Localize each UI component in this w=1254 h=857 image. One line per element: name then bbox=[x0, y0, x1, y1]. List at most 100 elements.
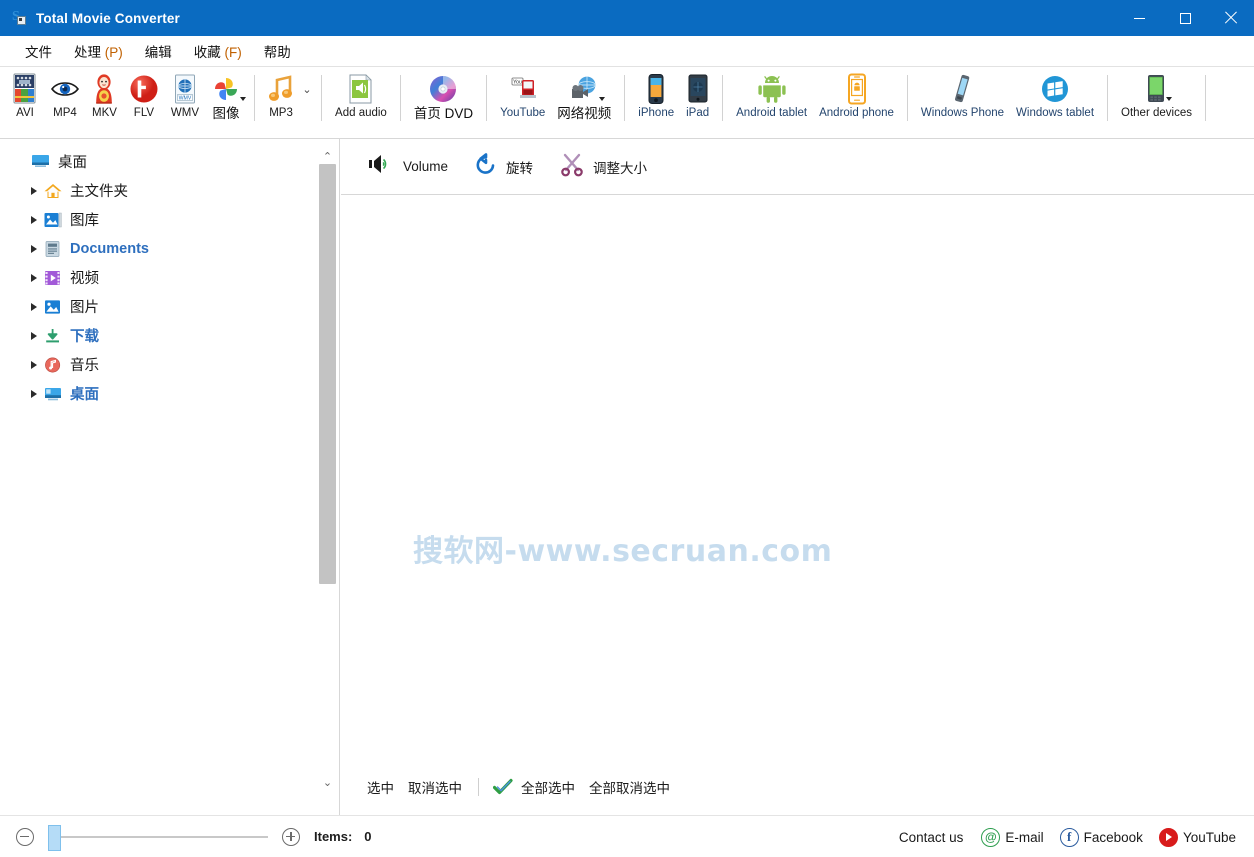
items-count: 0 bbox=[364, 829, 372, 844]
email-link[interactable]: @ E-mail bbox=[981, 827, 1044, 847]
zoom-out-icon[interactable] bbox=[16, 827, 34, 846]
tree-item-videos[interactable]: 视频 bbox=[10, 263, 339, 292]
expand-arrow-icon[interactable] bbox=[26, 386, 42, 402]
menu-item-favorites[interactable]: 收藏 (F) bbox=[185, 38, 251, 64]
toolbar-button-dvd[interactable]: 首页 DVD bbox=[408, 67, 479, 120]
rotate-icon bbox=[474, 152, 498, 181]
select-link[interactable]: 选中 bbox=[367, 777, 394, 797]
tree-scrollbar[interactable]: ⌃ ⌄ bbox=[316, 139, 339, 815]
tree-item-music[interactable]: 音乐 bbox=[10, 350, 339, 379]
contact-area: Contact us @ E-mail f Facebook YouTube bbox=[899, 816, 1240, 857]
menu-label: 文件 bbox=[25, 45, 52, 60]
deselect-all-link[interactable]: 全部取消选中 bbox=[589, 777, 670, 797]
expand-arrow-icon[interactable] bbox=[26, 241, 42, 257]
toolbar-button-avi[interactable]: AVI bbox=[6, 67, 44, 120]
tree-item-home[interactable]: 主文件夹 bbox=[10, 176, 339, 205]
main-toolbar: AVI MP4 MKV FLV WMV WMV 图像 MP3 ⌄ Add aud… bbox=[0, 67, 1254, 139]
toolbar-group-web: You YouTube 网络视频 bbox=[494, 67, 617, 139]
toolbar-separator bbox=[722, 75, 724, 121]
tree-item-pictures[interactable]: 图片 bbox=[10, 292, 339, 321]
menu-item-help[interactable]: 帮助 bbox=[255, 38, 300, 64]
toolbar-button-add-audio[interactable]: Add audio bbox=[329, 67, 393, 120]
toolbar-button-windows-tablet[interactable]: Windows tablet bbox=[1010, 67, 1100, 120]
tree-item-desktop-root[interactable]: 桌面 bbox=[10, 147, 339, 176]
rotate-button[interactable]: 旋转 bbox=[470, 148, 537, 185]
youtube-link[interactable]: YouTube bbox=[1158, 827, 1236, 847]
tree-item-label: 图库 bbox=[70, 213, 99, 229]
expand-arrow-icon[interactable] bbox=[26, 212, 42, 228]
toolbar-button-mkv[interactable]: MKV bbox=[86, 67, 123, 120]
close-button[interactable] bbox=[1208, 0, 1254, 36]
zoom-in-icon[interactable] bbox=[282, 827, 300, 846]
deselect-link[interactable]: 取消选中 bbox=[408, 777, 462, 797]
select-all-link[interactable]: 全部选中 bbox=[521, 777, 575, 797]
svg-text:WMV: WMV bbox=[179, 95, 192, 101]
edit-toolbar: Volume 旋转 调整大小 bbox=[341, 139, 1254, 195]
downloads-icon bbox=[43, 327, 63, 345]
toolbar-button-flv[interactable]: FLV bbox=[123, 67, 165, 120]
expand-arrow-icon[interactable] bbox=[26, 270, 42, 286]
content-area: 桌面 主文件夹 图库 Documents 视频 图片 下载 音乐 桌面 ⌃ ⌄ … bbox=[0, 139, 1254, 815]
scissors-resize-icon bbox=[559, 151, 585, 182]
menu-item-edit[interactable]: 编辑 bbox=[136, 38, 181, 64]
folder-tree-panel: 桌面 主文件夹 图库 Documents 视频 图片 下载 音乐 桌面 ⌃ ⌄ bbox=[0, 139, 340, 815]
toolbar-label: 图像 bbox=[212, 106, 240, 121]
green-check-icon bbox=[493, 778, 513, 796]
toolbar-separator bbox=[906, 75, 908, 121]
maximize-button[interactable] bbox=[1162, 0, 1208, 36]
slider-thumb[interactable] bbox=[48, 824, 61, 851]
selection-bar: 选中 取消选中 全部选中 全部取消选中 bbox=[341, 758, 1254, 815]
folder-tree: 桌面 主文件夹 图库 Documents 视频 图片 下载 音乐 桌面 bbox=[0, 139, 339, 408]
expand-arrow-icon[interactable] bbox=[26, 357, 42, 373]
eye-icon bbox=[50, 73, 80, 105]
toolbar-label: FLV bbox=[133, 107, 155, 119]
minimize-button[interactable] bbox=[1116, 0, 1162, 36]
toolbar-button-mp3[interactable]: MP3 bbox=[262, 67, 300, 120]
toolbar-label: 首页 DVD bbox=[413, 106, 474, 121]
mp3-dropdown-chevron-down-icon[interactable]: ⌄ bbox=[300, 73, 314, 105]
facebook-link[interactable]: f Facebook bbox=[1059, 827, 1143, 847]
volume-button[interactable]: Volume bbox=[363, 148, 452, 185]
toolbar-button-image[interactable]: 图像 bbox=[205, 67, 247, 120]
toolbar-separator bbox=[1107, 75, 1109, 121]
toolbar-button-youtube[interactable]: You YouTube bbox=[494, 67, 551, 120]
chevron-down-icon[interactable] bbox=[1166, 97, 1173, 101]
toolbar-button-wmv[interactable]: WMV WMV bbox=[165, 67, 205, 120]
toolbar-button-web-video[interactable]: 网络视频 bbox=[551, 67, 617, 120]
menu-label: 帮助 bbox=[263, 45, 291, 60]
file-list-area[interactable]: 搜软网-www.secruan.com bbox=[341, 196, 1254, 758]
toolbar-button-android-phone[interactable]: Android phone bbox=[813, 67, 900, 120]
expand-arrow-icon[interactable] bbox=[26, 328, 42, 344]
dvd-disc-icon bbox=[428, 73, 458, 105]
android-phone-icon bbox=[846, 73, 868, 105]
thumbnail-size-slider[interactable] bbox=[48, 824, 268, 851]
toolbar-button-iphone[interactable]: iPhone bbox=[632, 67, 680, 120]
menu-item-file[interactable]: 文件 bbox=[16, 38, 61, 64]
tree-item-downloads[interactable]: 下载 bbox=[10, 321, 339, 350]
toolbar-button-other-devices[interactable]: Other devices bbox=[1115, 67, 1198, 120]
tree-item-gallery[interactable]: 图库 bbox=[10, 205, 339, 234]
menu-item-process[interactable]: 处理 (P) bbox=[65, 38, 132, 64]
toolbar-label: MP4 bbox=[53, 107, 77, 119]
toolbar-button-mp4[interactable]: MP4 bbox=[44, 67, 86, 120]
chevron-down-icon[interactable] bbox=[599, 97, 606, 101]
toolbar-button-android-tablet[interactable]: Android tablet bbox=[730, 67, 813, 120]
tree-item-label: 视频 bbox=[70, 271, 99, 287]
toolbar-button-ipad[interactable]: iPad bbox=[680, 67, 715, 120]
app-window: S Total Movie Converter 文件 处理 (P) 编辑 收藏 … bbox=[0, 0, 1254, 857]
tree-item-desktop-folder[interactable]: 桌面 bbox=[10, 379, 339, 408]
expand-arrow-icon[interactable] bbox=[26, 183, 42, 199]
scrollbar-thumb[interactable] bbox=[319, 164, 336, 584]
toolbar-label: MP3 bbox=[269, 107, 293, 119]
tree-item-documents[interactable]: Documents bbox=[10, 234, 339, 263]
expand-arrow-placeholder bbox=[14, 154, 30, 170]
toolbar-label: 网络视频 bbox=[557, 106, 612, 121]
scroll-down-icon[interactable]: ⌄ bbox=[316, 771, 339, 793]
chevron-down-icon[interactable] bbox=[240, 97, 247, 101]
toolbar-button-windows-phone[interactable]: Windows Phone bbox=[915, 67, 1010, 120]
expand-arrow-icon[interactable] bbox=[26, 299, 42, 315]
resize-button[interactable]: 调整大小 bbox=[555, 147, 651, 186]
toolbar-separator bbox=[399, 75, 401, 121]
documents-icon bbox=[43, 240, 63, 258]
youtube-icon: You bbox=[508, 73, 538, 105]
